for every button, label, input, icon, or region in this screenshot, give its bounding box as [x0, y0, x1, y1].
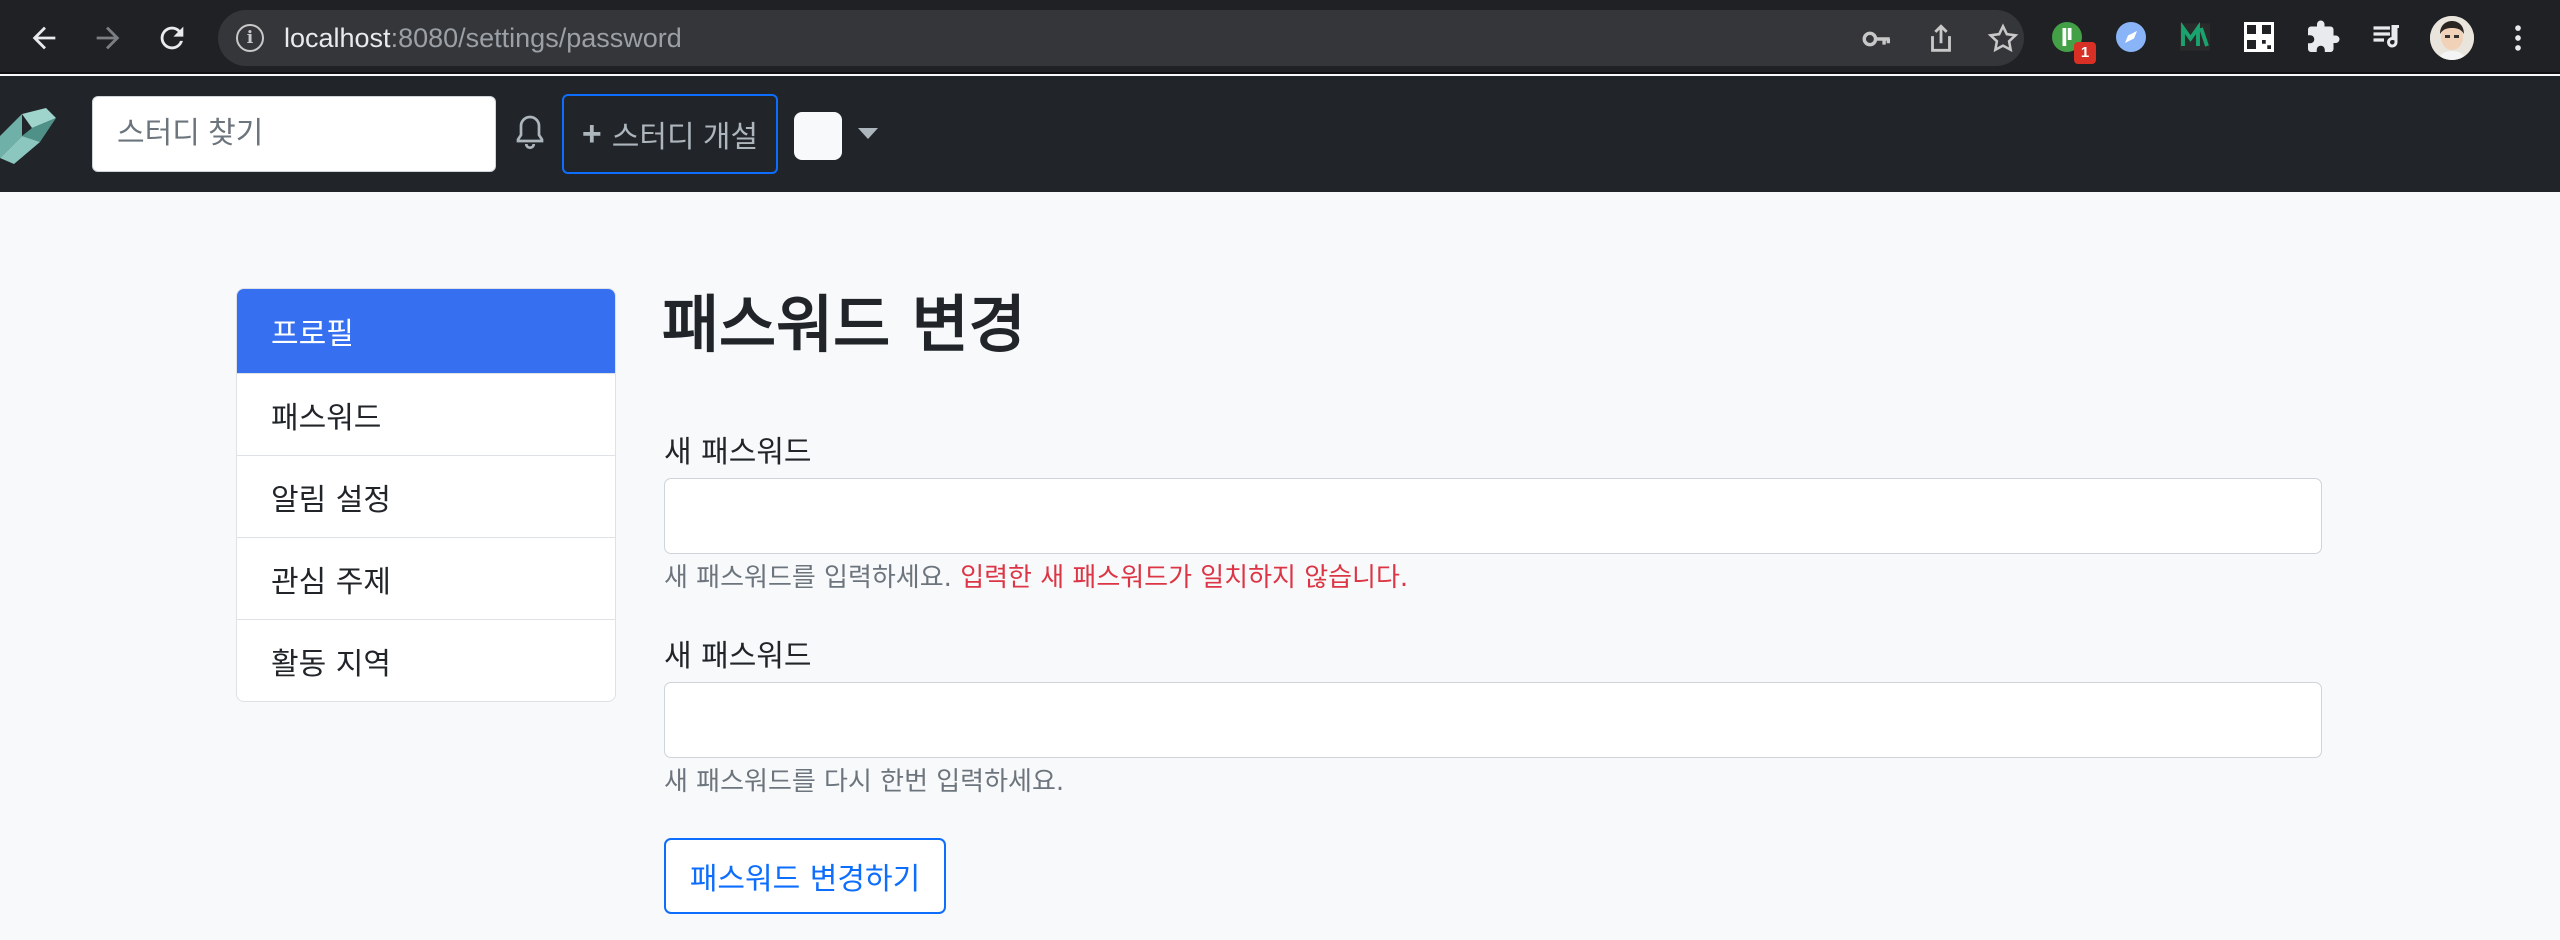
back-arrow-icon[interactable]	[22, 16, 66, 60]
new-password-input[interactable]	[664, 478, 2322, 554]
new-password-help-text: 새 패스워드를 입력하세요.	[664, 563, 952, 593]
user-profile-image[interactable]	[794, 112, 842, 160]
reload-icon[interactable]	[150, 16, 194, 60]
share-icon[interactable]	[1924, 22, 1958, 56]
app-navbar: + 스터디 개설	[0, 76, 2560, 192]
qr-code-icon[interactable]	[2240, 18, 2278, 56]
new-password-help: 새 패스워드를 입력하세요. 입력한 새 패스워드가 일치하지 않습니다.	[664, 560, 1408, 596]
extension-compass-icon[interactable]	[2112, 18, 2150, 56]
page-title: 패스워드 변경	[662, 288, 1026, 361]
chrome-menu-icon[interactable]	[2496, 16, 2540, 60]
logo-icon[interactable]	[0, 106, 60, 168]
password-mismatch-error: 입력한 새 패스워드가 일치하지 않습니다.	[960, 563, 1409, 593]
bell-icon[interactable]	[512, 112, 548, 152]
media-playlist-icon[interactable]	[2368, 18, 2406, 56]
extension-badge: 1	[2074, 42, 2096, 64]
confirm-password-label: 새 패스워드	[664, 639, 812, 674]
key-icon[interactable]	[1860, 22, 1894, 56]
forward-arrow-icon[interactable]	[86, 16, 130, 60]
address-bar[interactable]: i localhost:8080/settings/password	[218, 10, 2024, 66]
browser-toolbar: i localhost:8080/settings/password 1	[0, 0, 2560, 74]
search-input[interactable]	[92, 96, 496, 172]
confirm-password-input[interactable]	[664, 682, 2322, 758]
url-host: localhost	[284, 23, 391, 53]
sidebar-item-notifications[interactable]: 알림 설정	[237, 455, 615, 537]
sidebar-item-password[interactable]: 패스워드	[237, 373, 615, 455]
confirm-password-help: 새 패스워드를 다시 한번 입력하세요.	[664, 767, 1065, 797]
sidebar-item-zones[interactable]: 활동 지역	[237, 619, 615, 701]
extension-m-icon[interactable]	[2176, 18, 2214, 56]
change-password-button[interactable]: 패스워드 변경하기	[664, 838, 946, 914]
bookmark-star-icon[interactable]	[1986, 22, 2020, 56]
url-path: :8080/settings/password	[390, 23, 682, 53]
plus-icon: +	[581, 114, 602, 153]
sidebar-item-profile[interactable]: 프로필	[237, 289, 615, 373]
url-text[interactable]: localhost:8080/settings/password	[284, 22, 682, 54]
extensions-puzzle-icon[interactable]	[2304, 18, 2342, 56]
chevron-down-icon[interactable]	[858, 128, 878, 139]
settings-sidebar: 프로필 패스워드 알림 설정 관심 주제 활동 지역	[236, 288, 616, 702]
new-password-label: 새 패스워드	[664, 435, 812, 470]
profile-avatar[interactable]	[2430, 16, 2474, 60]
create-study-button[interactable]: + 스터디 개설	[562, 94, 778, 174]
site-info-icon[interactable]: i	[236, 24, 264, 52]
create-study-label: 스터디 개설	[611, 121, 759, 154]
sidebar-item-tags[interactable]: 관심 주제	[237, 537, 615, 619]
